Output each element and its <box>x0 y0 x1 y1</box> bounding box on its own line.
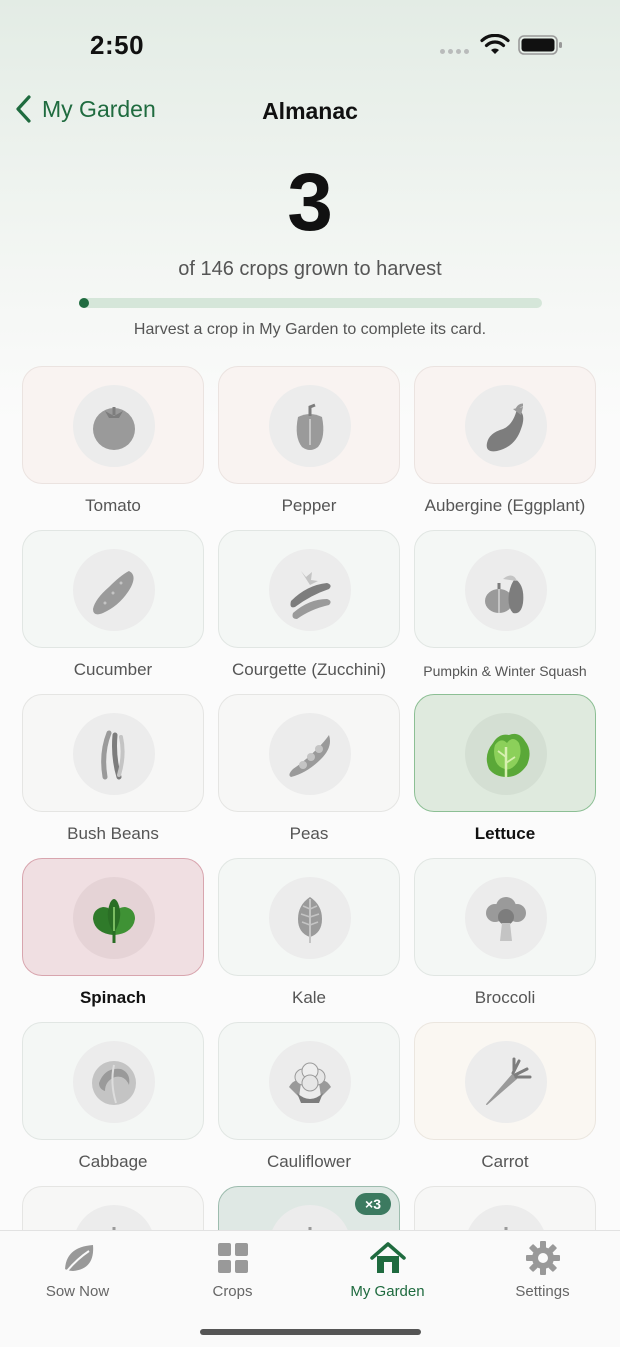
house-icon <box>369 1242 406 1273</box>
tab-crops[interactable]: Crops <box>155 1239 310 1305</box>
tab-label: Crops <box>212 1283 253 1300</box>
crop-card-tile[interactable] <box>22 530 204 648</box>
lettuce-icon <box>486 733 530 777</box>
crop-card-tile[interactable] <box>218 694 400 812</box>
crop-label: Lettuce <box>474 824 536 843</box>
page-title: Almanac <box>262 98 358 124</box>
carrot-icon <box>486 1057 532 1105</box>
crop-card-tile[interactable] <box>22 1022 204 1140</box>
crop-card[interactable]: Pumpkin & Winter Squash <box>414 530 596 690</box>
crop-label: Cauliflower <box>266 1152 352 1171</box>
crop-card[interactable]: Lettuce <box>414 694 596 854</box>
home-indicator <box>200 1329 421 1335</box>
crop-card-tile[interactable] <box>414 1186 596 1230</box>
aubergine-icon <box>486 403 524 452</box>
crop-card-tile[interactable] <box>218 530 400 648</box>
crop-card[interactable]: Cabbage <box>22 1022 204 1182</box>
peas-icon <box>289 735 330 777</box>
tab-my-garden[interactable]: My Garden <box>310 1239 465 1305</box>
harvest-subtitle: of 146 crops grown to harvest <box>178 258 442 280</box>
crop-card[interactable] <box>414 1186 596 1230</box>
pepper-icon <box>296 403 324 450</box>
tab-label: My Garden <box>350 1283 425 1300</box>
tab-settings[interactable]: Settings <box>465 1239 620 1305</box>
crop-card-tile[interactable] <box>414 694 596 812</box>
battery-icon <box>518 35 562 55</box>
crop-card-tile[interactable] <box>218 1022 400 1140</box>
crop-card-tile[interactable] <box>414 366 596 484</box>
harvest-hint: Harvest a crop in My Garden to complete … <box>133 321 487 338</box>
leaf-icon <box>64 1245 93 1272</box>
spinach-icon <box>93 899 135 943</box>
cellular-signal-icon <box>440 49 469 54</box>
crop-card[interactable] <box>22 1186 204 1230</box>
broccoli-icon <box>486 897 526 941</box>
crop-card-tile[interactable] <box>414 858 596 976</box>
kale-icon <box>298 897 322 943</box>
tomato-icon <box>93 407 135 450</box>
status-time: 2:50 <box>90 30 145 60</box>
tab-label: Settings <box>515 1283 570 1300</box>
cabbage-icon <box>92 1061 136 1105</box>
crop-card-tile[interactable]: ×3 <box>218 1186 400 1230</box>
crop-label: Bush Beans <box>67 824 159 843</box>
crop-card[interactable]: Aubergine (Eggplant) <box>414 366 596 526</box>
courgette-icon <box>290 571 331 619</box>
harvest-progress-bar <box>79 298 542 308</box>
crop-card[interactable]: Tomato <box>22 366 204 526</box>
crop-card-tile[interactable] <box>218 366 400 484</box>
harvest-progress-fill <box>79 298 89 308</box>
crop-card-tile[interactable] <box>22 858 204 976</box>
crop-label: Kale <box>291 988 327 1007</box>
crop-label: Broccoli <box>474 988 536 1007</box>
crop-card-tile[interactable] <box>22 366 204 484</box>
status-bar: 2:50 <box>0 0 620 90</box>
pumpkin-icon <box>485 575 524 614</box>
crop-label: Pepper <box>281 496 337 515</box>
crop-card[interactable]: Spinach <box>22 858 204 1018</box>
crop-grid: Tomato Pepper Aubergine (Eggplant) Cucumber… <box>22 366 598 1230</box>
crop-card-tile[interactable] <box>218 858 400 976</box>
crop-card[interactable]: Cucumber <box>22 530 204 690</box>
crop-icon <box>112 1227 116 1230</box>
crop-card[interactable]: Peas <box>218 694 400 854</box>
tab-label: Sow Now <box>45 1283 110 1300</box>
crop-card-tile[interactable] <box>414 1022 596 1140</box>
crop-card[interactable]: Cauliflower <box>218 1022 400 1182</box>
crop-card-tile[interactable] <box>414 530 596 648</box>
crop-label: Cucumber <box>73 660 153 679</box>
crop-card[interactable]: Carrot <box>414 1022 596 1182</box>
grid-icon <box>217 1243 248 1273</box>
crop-label: Aubergine (Eggplant) <box>424 496 586 515</box>
crop-card[interactable]: Bush Beans <box>22 694 204 854</box>
crop-card[interactable]: Kale <box>218 858 400 1018</box>
tab-sow-now[interactable]: Sow Now <box>0 1239 155 1305</box>
cucumber-icon <box>93 571 134 615</box>
navigation-bar: My Garden Almanac <box>0 90 620 134</box>
gear-icon <box>525 1241 560 1275</box>
crop-card[interactable]: Broccoli <box>414 858 596 1018</box>
cauliflower-icon <box>289 1062 331 1103</box>
crop-card[interactable]: Pepper <box>218 366 400 526</box>
crop-label: Spinach <box>79 988 147 1007</box>
crop-card[interactable]: ×3 <box>218 1186 400 1230</box>
crop-label: Courgette (Zucchini) <box>231 660 386 679</box>
crop-label: Cabbage <box>78 1152 148 1171</box>
wifi-icon <box>480 34 510 54</box>
harvest-count-badge: ×3 <box>355 1193 391 1215</box>
crop-card-tile[interactable] <box>22 1186 204 1230</box>
crop-card[interactable]: Courgette (Zucchini) <box>218 530 400 690</box>
beans-icon <box>101 730 125 780</box>
crop-card-tile[interactable] <box>22 694 204 812</box>
crop-label: Tomato <box>85 496 141 515</box>
crop-icon <box>504 1227 508 1230</box>
crop-label: Peas <box>289 824 329 843</box>
crop-label: Carrot <box>481 1152 529 1171</box>
crop-icon <box>308 1227 312 1230</box>
crop-label: Pumpkin & Winter Squash <box>423 663 587 679</box>
harvested-count: 3 <box>287 157 333 248</box>
